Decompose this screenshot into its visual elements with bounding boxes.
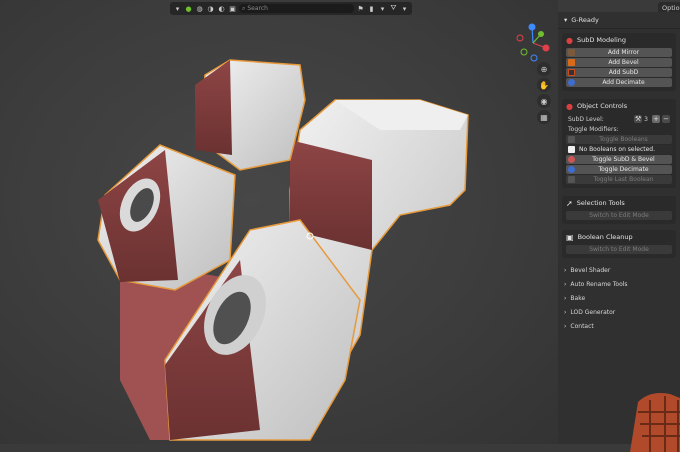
add-decimate-button[interactable]: Add Decimate bbox=[566, 78, 672, 87]
toggle-booleans-button[interactable]: Toggle Booleans bbox=[566, 135, 672, 144]
viewport-header: ▾ ● ◍ ◑ ◐ ▣ ⌕ Search ⚑ ▮ ▾ ⛛ ▾ bbox=[170, 2, 412, 15]
presenter-webcam bbox=[630, 393, 680, 452]
red-sphere-icon: ● bbox=[566, 101, 573, 111]
chevron-down-icon[interactable]: ▾ bbox=[378, 4, 387, 13]
add-mirror-button[interactable]: Add Mirror bbox=[566, 48, 672, 57]
subd-modeling-panel: ● SubD Modeling Add Mirror Add Bevel Add… bbox=[562, 33, 676, 91]
panel-header[interactable]: ▣ Boolean Cleanup bbox=[562, 230, 676, 244]
add-subd-button[interactable]: Add SubD bbox=[566, 68, 672, 77]
info-icon bbox=[568, 146, 575, 153]
chevron-down-icon[interactable]: ▾ bbox=[400, 4, 409, 13]
decimate-icon bbox=[568, 166, 575, 173]
navigation-gizmo[interactable] bbox=[508, 18, 558, 68]
add-bevel-button[interactable]: Add Bevel bbox=[566, 58, 672, 67]
boolean-icon bbox=[568, 176, 575, 183]
wrench-icon[interactable]: ⚒ bbox=[634, 115, 643, 123]
chevron-right-icon: › bbox=[564, 280, 567, 288]
filter-icon[interactable]: ⛛ bbox=[389, 4, 398, 13]
switch-to-edit-mode-button[interactable]: Switch to Edit Mode bbox=[566, 245, 672, 254]
toggle-last-boolean-button[interactable]: Toggle Last Boolean bbox=[566, 175, 672, 184]
material-shading-icon[interactable]: ◑ bbox=[206, 4, 215, 13]
flag-icon[interactable]: ⚑ bbox=[356, 4, 365, 13]
chevron-right-icon: › bbox=[564, 322, 567, 330]
switch-to-edit-mode-button[interactable]: Switch to Edit Mode bbox=[566, 211, 672, 220]
contact-section[interactable]: › Contact bbox=[564, 320, 674, 332]
addon-header[interactable]: ▾ G-Ready bbox=[558, 12, 680, 29]
toggle-subd-bevel-button[interactable]: Toggle SubD & Bevel bbox=[566, 155, 672, 164]
camera-icon[interactable]: ◉ bbox=[537, 94, 551, 108]
panel-header[interactable]: ➚ Selection Tools bbox=[562, 196, 676, 210]
overlay-icon[interactable]: ▣ bbox=[228, 4, 237, 13]
navigation-tools: ⊕ ✋ ◉ ▦ bbox=[537, 62, 553, 126]
red-sphere-icon: ● bbox=[566, 35, 573, 45]
bookmark-icon[interactable]: ▮ bbox=[367, 4, 376, 13]
zoom-icon[interactable]: ⊕ bbox=[537, 62, 551, 76]
chevron-right-icon: › bbox=[564, 308, 567, 316]
cursor-icon: ➚ bbox=[566, 198, 573, 208]
dropdown-icon[interactable]: ▾ bbox=[173, 4, 182, 13]
pan-hand-icon[interactable]: ✋ bbox=[537, 78, 551, 92]
toggle-decimate-button[interactable]: Toggle Decimate bbox=[566, 165, 672, 174]
bevel-icon bbox=[568, 59, 575, 66]
chevron-right-icon: › bbox=[564, 294, 567, 302]
subd-bevel-icon bbox=[568, 156, 575, 163]
boolean-cleanup-panel: ▣ Boolean Cleanup Switch to Edit Mode bbox=[562, 230, 676, 258]
chevron-down-icon: ▾ bbox=[564, 16, 568, 24]
object-controls-panel: ● Object Controls SubD Level: ⚒ 3 + − To… bbox=[562, 99, 676, 188]
decrease-level-button[interactable]: − bbox=[662, 115, 670, 123]
boolean-icon bbox=[568, 136, 575, 143]
n-panel-sidebar: ▾ G-Ready ● SubD Modeling Add Mirror Add… bbox=[558, 12, 680, 444]
search-input[interactable]: ⌕ Search bbox=[239, 4, 354, 13]
increase-level-button[interactable]: + bbox=[652, 115, 660, 123]
lod-generator-section[interactable]: › LOD Generator bbox=[564, 306, 674, 318]
selection-tools-panel: ➚ Selection Tools Switch to Edit Mode bbox=[562, 196, 676, 224]
no-booleans-message: No Booleans on selected. bbox=[566, 145, 672, 154]
shading-sphere-icon[interactable]: ● bbox=[184, 4, 193, 13]
panel-header[interactable]: ● Object Controls bbox=[562, 99, 676, 113]
rendered-shading-icon[interactable]: ◐ bbox=[217, 4, 226, 13]
subd-icon bbox=[568, 69, 575, 76]
grid-icon[interactable]: ▦ bbox=[537, 110, 551, 124]
cleanup-icon: ▣ bbox=[566, 232, 574, 242]
subd-level-value: 3 bbox=[644, 115, 648, 123]
3d-model[interactable] bbox=[0, 0, 558, 444]
chevron-right-icon: › bbox=[564, 266, 567, 274]
auto-rename-tools-section[interactable]: › Auto Rename Tools bbox=[564, 278, 674, 290]
bevel-shader-section[interactable]: › Bevel Shader bbox=[564, 264, 674, 276]
toggle-modifiers-label: Toggle Modifiers: bbox=[568, 126, 619, 133]
subd-level-row: SubD Level: ⚒ 3 + − bbox=[568, 115, 670, 123]
decimate-icon bbox=[568, 79, 575, 86]
bake-section[interactable]: › Bake bbox=[564, 292, 674, 304]
addon-title: G-Ready bbox=[571, 16, 599, 24]
mirror-icon bbox=[568, 49, 575, 56]
solid-shading-icon[interactable]: ◍ bbox=[195, 4, 204, 13]
3d-viewport[interactable]: ▾ ● ◍ ◑ ◐ ▣ ⌕ Search ⚑ ▮ ▾ ⛛ ▾ ⊕ ✋ ◉ ▦ bbox=[0, 0, 558, 444]
search-icon: ⌕ bbox=[242, 4, 246, 12]
panel-header[interactable]: ● SubD Modeling bbox=[562, 33, 676, 47]
